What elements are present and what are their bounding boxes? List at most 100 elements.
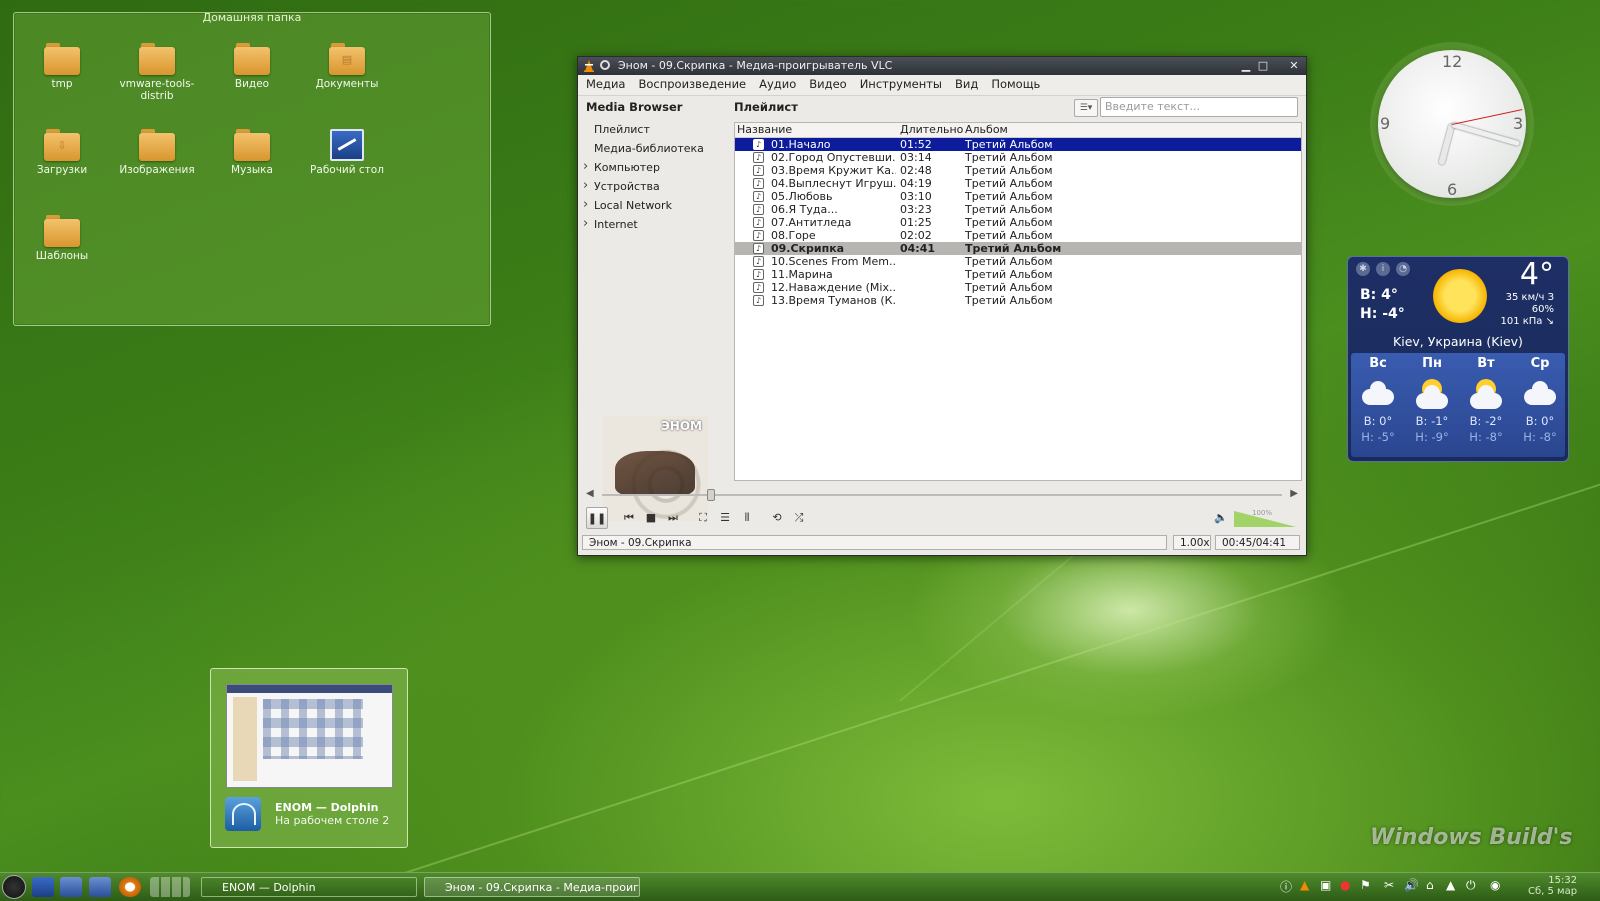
- pause-button[interactable]: ❚❚: [586, 507, 608, 529]
- seek-handle[interactable]: [706, 489, 715, 501]
- speaker-icon[interactable]: 🔈: [1212, 509, 1230, 527]
- folder-label: Загрузки: [36, 164, 88, 176]
- keyboard-layout-icon[interactable]: ⚑: [1360, 878, 1371, 892]
- folder-images[interactable]: Изображения: [113, 129, 201, 176]
- fullscreen-button[interactable]: ⛶: [694, 509, 712, 527]
- start-menu-icon[interactable]: [2, 875, 26, 899]
- folder-label: Видео: [234, 78, 270, 90]
- forecast-day-name: Ср: [1530, 356, 1550, 371]
- media-icon[interactable]: ◉: [1490, 878, 1500, 892]
- forecast-day: Ср В: 0° Н: -8°: [1513, 353, 1567, 445]
- task-dolphin[interactable]: ENOM — Dolphin: [201, 877, 417, 897]
- pin-icon[interactable]: [600, 60, 610, 70]
- cloud-icon: [1522, 379, 1558, 409]
- seek-bar[interactable]: ◀ ▶: [584, 488, 1300, 501]
- seek-forward-icon[interactable]: ▶: [1290, 488, 1298, 499]
- shuffle-button[interactable]: ⤮: [790, 509, 808, 527]
- column-album[interactable]: Альбом: [965, 123, 1008, 137]
- folder-video[interactable]: Видео: [208, 43, 296, 90]
- folder-downloads[interactable]: ⇩ Загрузки: [18, 129, 106, 176]
- track-icon: ♪: [753, 295, 764, 306]
- column-title[interactable]: Название: [737, 123, 792, 137]
- minimize-button[interactable]: ▁: [1240, 60, 1252, 72]
- maximize-button[interactable]: □: [1257, 60, 1269, 72]
- volume-tray-icon[interactable]: 🔊: [1404, 878, 1419, 892]
- weather-info-icon[interactable]: i: [1376, 262, 1390, 276]
- pager-icon[interactable]: [150, 877, 190, 897]
- expand-tray-icon[interactable]: ▲: [1446, 878, 1455, 892]
- seek-back-icon[interactable]: ◀: [586, 488, 594, 499]
- settings-icon[interactable]: [60, 877, 82, 897]
- tools-icon[interactable]: [89, 877, 111, 897]
- vlc-tray-icon[interactable]: ▲: [1300, 878, 1309, 892]
- playlist-row[interactable]: ♪ 11.Марина Третий Альбом: [735, 268, 1301, 281]
- network-icon[interactable]: ▣: [1320, 878, 1331, 892]
- playlist-row[interactable]: ♪ 09.Скрипка 04:41 Третий Альбом: [735, 242, 1301, 255]
- playlist-row[interactable]: ♪ 03.Время Кружит Ка... 02:48 Третий Альбом: [735, 164, 1301, 177]
- weather-settings-icon[interactable]: ✱: [1356, 262, 1370, 276]
- folder-tmp[interactable]: tmp: [18, 43, 106, 90]
- volume-slider[interactable]: 100%: [1234, 509, 1296, 527]
- sidebar-item-local-network[interactable]: Local Network: [578, 195, 730, 215]
- taskbar-clock[interactable]: 15:32 Сб, 5 мар: [1528, 875, 1577, 897]
- menu-playback[interactable]: Воспроизведение: [630, 75, 751, 93]
- menu-tools[interactable]: Инструменты: [852, 75, 947, 93]
- show-desktop-icon[interactable]: [32, 877, 54, 897]
- menu-video[interactable]: Видео: [801, 75, 851, 93]
- playlist-row[interactable]: ♪ 10.Scenes From Mem... Третий Альбом: [735, 255, 1301, 268]
- stop-button[interactable]: ■: [642, 509, 660, 527]
- sidebar-item-devices[interactable]: Устройства: [578, 176, 730, 196]
- sidebar-item-media-library[interactable]: Медиа-библиотека: [578, 139, 730, 158]
- weather-location: Kiev, Украина (Kiev): [1393, 334, 1523, 349]
- track-album: Третий Альбом: [965, 190, 1053, 203]
- device-notifier-icon[interactable]: ⌂: [1426, 878, 1434, 892]
- playback-controls: ❚❚ ⏮ ■ ⏭ ⛶ ☰ ⫴ ⟲ ⤮ 🔈 100%: [584, 507, 1300, 531]
- weather-source-icon[interactable]: ◔: [1396, 262, 1410, 276]
- playlist-row[interactable]: ♪ 13.Время Туманов (К... Третий Альбом: [735, 294, 1301, 307]
- equalizer-button[interactable]: ⫴: [738, 509, 756, 527]
- close-button[interactable]: ✕: [1288, 60, 1300, 72]
- track-title: 03.Время Кружит Ка...: [771, 164, 896, 177]
- column-duration[interactable]: Длительно: [900, 123, 963, 137]
- dolphin-icon: [225, 797, 261, 831]
- playlist-search-input[interactable]: Введите текст...: [1100, 97, 1298, 117]
- sidebar-item-computer[interactable]: Компьютер: [578, 157, 730, 177]
- playlist-row[interactable]: ♪ 07.Антитледа 01:25 Третий Альбом: [735, 216, 1301, 229]
- now-playing-text: Эном - 09.Скрипка: [582, 535, 1167, 550]
- playlist-row[interactable]: ♪ 06.Я Туда... 03:23 Третий Альбом: [735, 203, 1301, 216]
- menu-audio[interactable]: Аудио: [751, 75, 801, 93]
- folder-vmware-tools[interactable]: vmware-tools-distrib: [113, 43, 201, 102]
- seek-track[interactable]: [602, 494, 1282, 496]
- menu-view[interactable]: Вид: [947, 75, 983, 93]
- clipboard-icon[interactable]: ✂: [1384, 878, 1394, 892]
- playlist-row[interactable]: ♪ 05.Любовь 03:10 Третий Альбом: [735, 190, 1301, 203]
- update-icon[interactable]: ●: [1340, 878, 1350, 892]
- browser-icon[interactable]: [119, 877, 141, 897]
- folder-documents[interactable]: ▤ Документы: [303, 43, 391, 90]
- playlist-row[interactable]: ♪ 08.Горе 02:02 Третий Альбом: [735, 229, 1301, 242]
- task-preview-tooltip[interactable]: ENOM — Dolphin На рабочем столе 2: [210, 668, 408, 848]
- playlist-row[interactable]: ♪ 12.Наваждение (Mix... Третий Альбом: [735, 281, 1301, 294]
- info-icon[interactable]: ⓘ: [1280, 878, 1292, 895]
- power-icon[interactable]: ⏻: [1466, 878, 1476, 893]
- menu-media[interactable]: Медиа: [578, 75, 630, 93]
- vlc-titlebar[interactable]: Эном - 09.Скрипка - Медиа-проигрыватель …: [578, 57, 1306, 75]
- loop-button[interactable]: ⟲: [768, 509, 786, 527]
- elapsed-time[interactable]: 00:45/04:41: [1215, 535, 1300, 550]
- window-title: Эном - 09.Скрипка - Медиа-проигрыватель …: [618, 59, 893, 72]
- playlist-toggle-button[interactable]: ☰: [716, 509, 734, 527]
- task-vlc[interactable]: Эном - 09.Скрипка - Медиа-проигрыв: [424, 877, 640, 897]
- playlist-row[interactable]: ♪ 04.Выплеснут Игруш... 04:19 Третий Альбом: [735, 177, 1301, 190]
- playback-speed[interactable]: 1.00x: [1173, 535, 1211, 550]
- menu-help[interactable]: Помощь: [983, 75, 1045, 93]
- next-button[interactable]: ⏭: [664, 509, 682, 527]
- playlist-row[interactable]: ♪ 02.Город Опустевши... 03:14 Третий Альбом: [735, 151, 1301, 164]
- folder-music[interactable]: Музыка: [208, 129, 296, 176]
- playlist-row[interactable]: ♪ 01.Начало 01:52 Третий Альбом: [735, 138, 1301, 151]
- view-mode-button[interactable]: ☰▾: [1074, 99, 1098, 117]
- previous-button[interactable]: ⏮: [620, 509, 638, 527]
- sidebar-item-playlist[interactable]: Плейлист: [578, 120, 730, 139]
- folder-templates[interactable]: Шаблоны: [18, 215, 106, 262]
- folder-desktop[interactable]: Рабочий стол: [303, 129, 391, 176]
- sidebar-item-internet[interactable]: Internet: [578, 214, 730, 234]
